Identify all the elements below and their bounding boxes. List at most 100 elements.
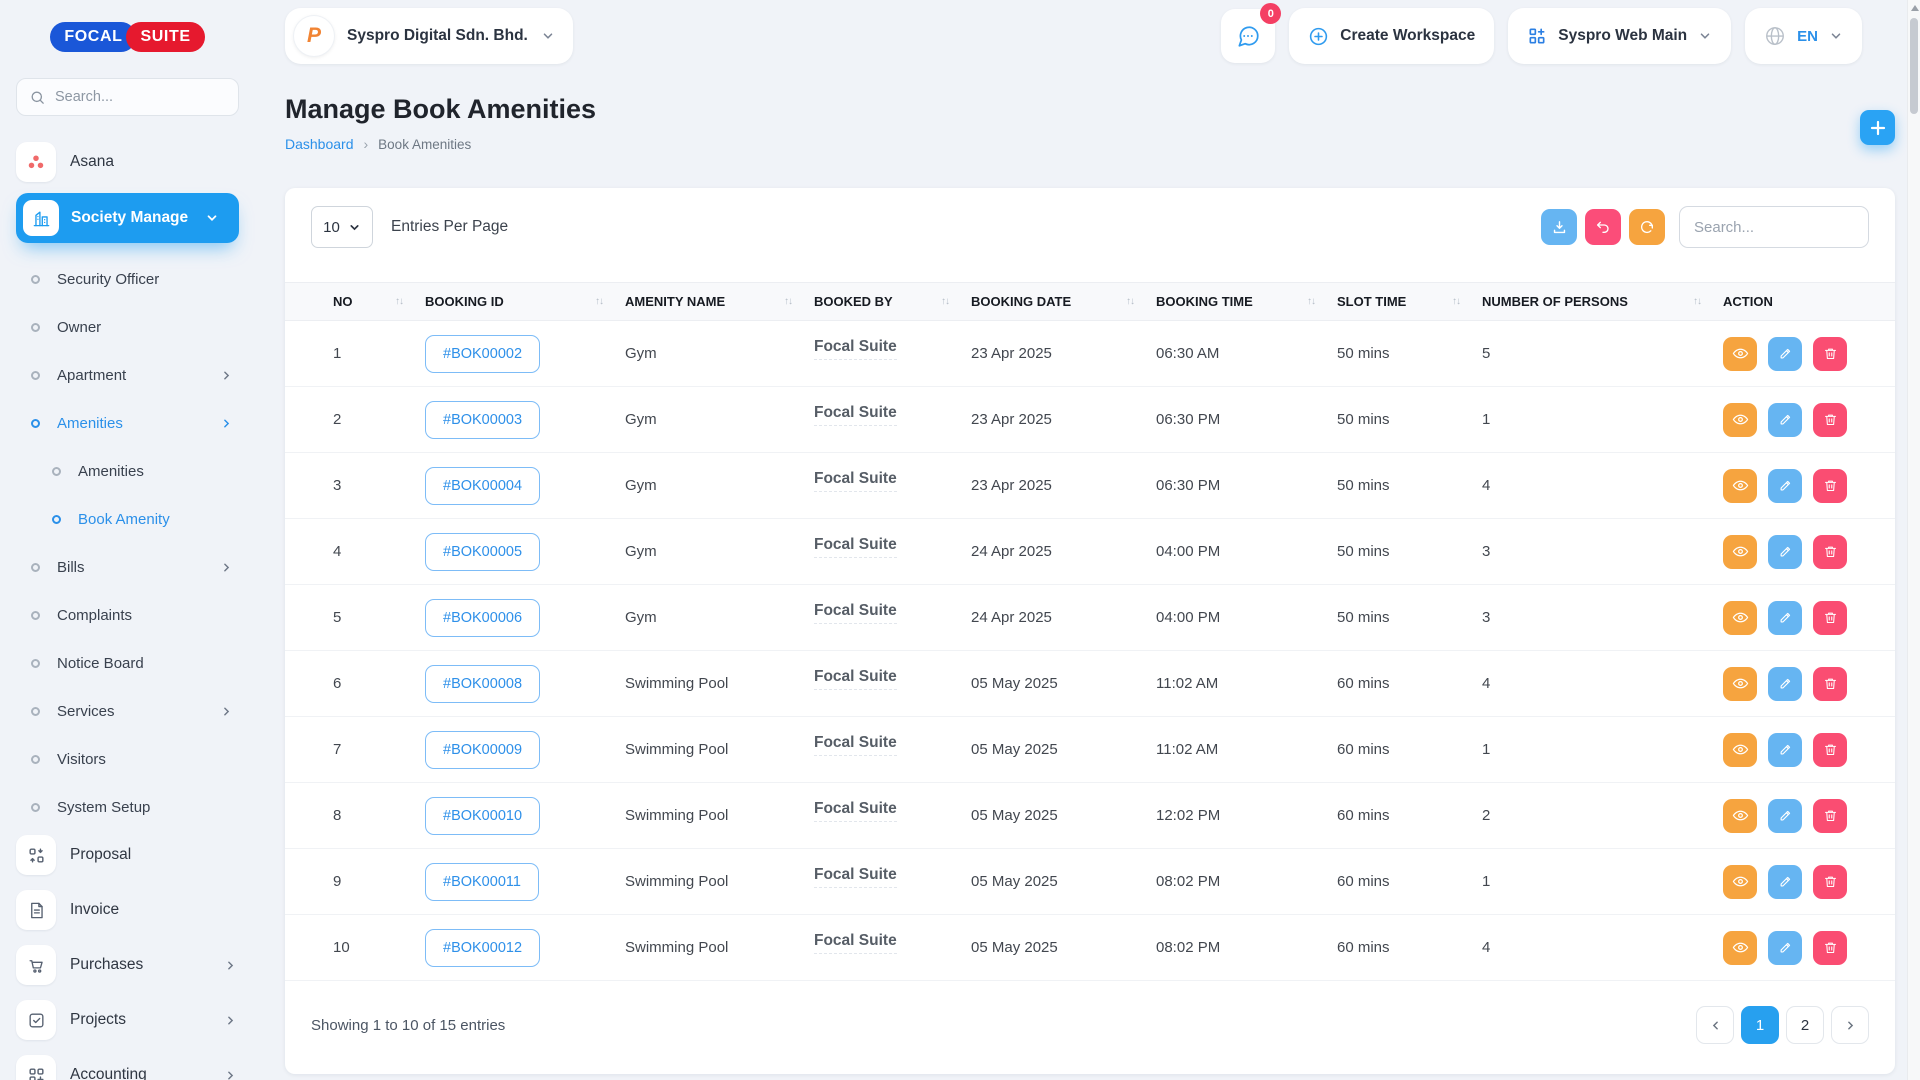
table-search-input[interactable] [1679,206,1869,248]
delete-button[interactable] [1813,666,1848,701]
delete-button[interactable] [1813,864,1848,899]
chat-bubble-icon [1235,23,1261,49]
delete-button[interactable] [1813,732,1848,767]
bullet-icon [31,754,40,764]
view-button[interactable] [1723,930,1757,965]
sidebar-item-complaints[interactable]: Complaints [16,591,239,639]
edit-button[interactable] [1768,468,1803,503]
chat-button[interactable]: 0 [1221,3,1282,63]
sidebar-item-services[interactable]: Services [16,687,239,735]
edit-button[interactable] [1768,798,1803,833]
edit-button[interactable] [1768,864,1803,899]
sidebar-item-accounting[interactable]: Accounting [16,1051,239,1080]
sidebar-item-apartment[interactable]: Apartment [16,351,239,399]
add-booking-button[interactable] [1860,110,1895,145]
edit-button[interactable] [1768,534,1803,569]
delete-button[interactable] [1813,534,1848,569]
workspace-selector[interactable]: P Syspro Digital Sdn. Bhd. [285,8,573,64]
undo-button[interactable] [1585,209,1621,245]
language-selector[interactable]: EN [1745,8,1862,64]
sidebar-item-proposal[interactable]: Proposal [16,831,239,879]
sidebar-item-label: Notice Board [57,654,144,672]
export-button[interactable] [1541,209,1577,245]
delete-button[interactable] [1813,930,1848,965]
view-button[interactable] [1723,666,1757,701]
edit-button[interactable] [1768,336,1803,371]
eye-icon [1732,939,1749,956]
column-header-amenity-name[interactable]: AMENITY NAME ↑↓ [625,282,814,321]
create-workspace-button[interactable]: Create Workspace [1289,8,1495,64]
cell-booking-time: 06:30 AM [1156,320,1337,387]
view-button[interactable] [1723,798,1757,833]
sidebar-item-owner[interactable]: Owner [16,303,239,351]
plus-circle-icon [1308,26,1329,47]
view-button[interactable] [1723,336,1757,371]
edit-button[interactable] [1768,666,1803,701]
trash-icon [1823,676,1838,691]
sidebar-item-asana[interactable]: Asana [16,138,239,186]
cell-booked-by: Focal Suite [814,800,897,822]
column-header-booking-date[interactable]: BOOKING DATE ↑↓ [971,282,1156,321]
eye-icon [1732,543,1749,560]
app-selector[interactable]: Syspro Web Main [1508,8,1732,64]
sidebar-search[interactable] [16,78,239,116]
view-button[interactable] [1723,600,1757,635]
breadcrumb-dashboard-link[interactable]: Dashboard [285,136,354,152]
delete-button[interactable] [1813,402,1848,437]
bullet-icon [31,658,40,668]
cell-persons: 1 [1482,716,1723,783]
entries-per-page-select[interactable]: 10 [311,206,373,248]
sidebar-item-purchases[interactable]: Purchases [16,941,239,989]
sidebar-item-book-amenity[interactable]: Book Amenity [16,495,239,543]
edit-button[interactable] [1768,402,1803,437]
sidebar-item-security-officer[interactable]: Security Officer [16,255,239,303]
view-button[interactable] [1723,864,1757,899]
sidebar-item-system-setup[interactable]: System Setup [16,783,239,831]
cell-booking-time: 06:30 PM [1156,386,1337,453]
column-header-booked-by[interactable]: BOOKED BY ↑↓ [814,282,971,321]
booking-id-badge: #BOK00010 [425,796,541,835]
check-square-icon [16,1000,56,1040]
edit-button[interactable] [1768,732,1803,767]
delete-button[interactable] [1813,468,1848,503]
sidebar-search-input[interactable] [55,89,226,105]
booking-id-badge: #BOK00004 [425,466,541,505]
sidebar-item-bills[interactable]: Bills [16,543,239,591]
sidebar-item-amenities[interactable]: Amenities [16,399,239,447]
pagination-prev-button[interactable] [1696,1006,1734,1044]
pagination-next-button[interactable] [1831,1006,1869,1044]
sidebar-item-society-manage[interactable]: Society Manage [16,193,239,243]
scrollbar-up-arrow[interactable] [1911,5,1919,11]
asana-icon [16,142,56,182]
pagination-page-1[interactable]: 1 [1741,1006,1779,1044]
cell-booking-date: 23 Apr 2025 [971,386,1156,453]
column-header-booking-time[interactable]: BOOKING TIME ↑↓ [1156,282,1337,321]
delete-button[interactable] [1813,600,1848,635]
sidebar-item-amenities-sub[interactable]: Amenities [16,447,239,495]
edit-button[interactable] [1768,930,1803,965]
delete-button[interactable] [1813,798,1848,833]
view-button[interactable] [1723,732,1757,767]
view-button[interactable] [1723,468,1757,503]
pencil-icon [1778,676,1793,691]
sort-icon: ↑↓ [941,296,950,307]
view-button[interactable] [1723,534,1757,569]
column-header-no[interactable]: NO ↑↓ [285,282,425,321]
table-header-row: NO ↑↓ BOOKING ID ↑↓ AMENITY NAME ↑↓ BOOKED … [285,282,1895,321]
delete-button[interactable] [1813,336,1848,371]
edit-button[interactable] [1768,600,1803,635]
cell-actions [1723,452,1895,519]
column-header-number-of-persons[interactable]: NUMBER OF PERSONS ↑↓ [1482,282,1723,321]
sort-icon: ↑↓ [1452,296,1461,307]
sidebar-item-projects[interactable]: Projects [16,996,239,1044]
sidebar-item-visitors[interactable]: Visitors [16,735,239,783]
sidebar-item-notice-board[interactable]: Notice Board [16,639,239,687]
pagination-page-2[interactable]: 2 [1786,1006,1824,1044]
column-header-slot-time[interactable]: SLOT TIME ↑↓ [1337,282,1482,321]
column-header-booking-id[interactable]: BOOKING ID ↑↓ [425,282,625,321]
scrollbar-thumb[interactable] [1910,18,1918,114]
sidebar-item-label: Invoice [70,901,120,918]
view-button[interactable] [1723,402,1757,437]
sidebar-item-invoice[interactable]: Invoice [16,886,239,934]
refresh-button[interactable] [1629,209,1665,245]
